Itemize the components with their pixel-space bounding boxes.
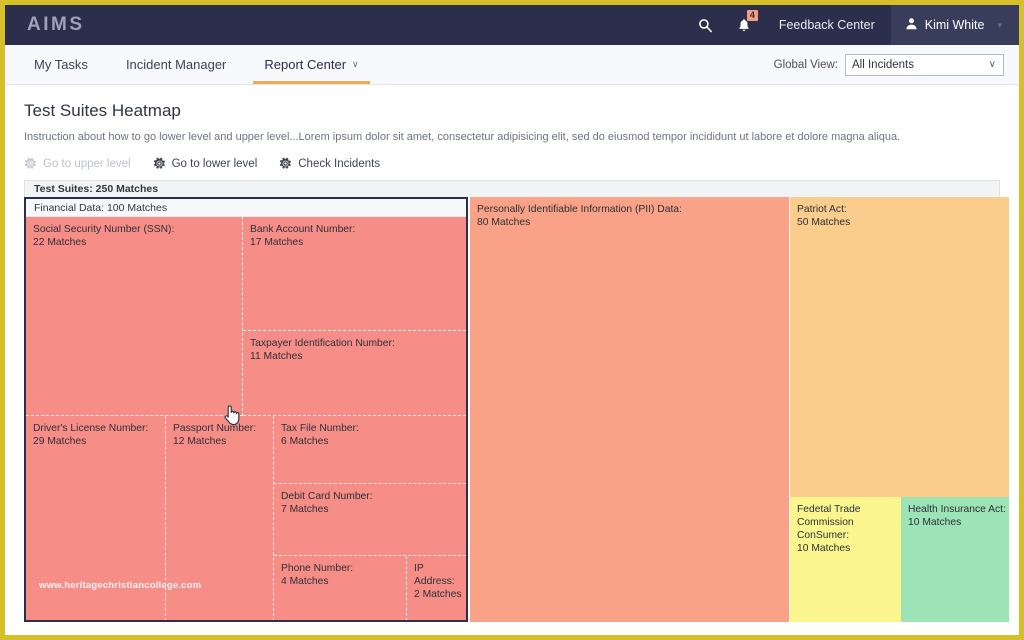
treemap-tile-value: 7 Matches [281,504,329,515]
gear-icon [279,157,292,170]
treemap-group-financial-data[interactable]: Financial Data: 100 Matches Social Secur… [24,197,468,622]
treemap-tile-ssn[interactable]: Social Security Number (SSN): 22 Matches [26,217,243,416]
treemap-tile-bank-account-number[interactable]: Bank Account Number: 17 Matches [243,217,466,331]
treemap-tile-patriot-act[interactable]: Patriot Act: 50 Matches [790,197,1009,497]
global-view-label: Global View: [773,58,838,71]
treemap-tile-label: IP Address: [414,563,455,587]
primary-navigation: My Tasks Incident Manager Report Center … [5,45,1019,85]
global-view-select[interactable]: All Incidents ∨ [845,53,1004,76]
top-header-bar: AIMS 4 Feedback Center Kimi White ▾ [5,5,1019,45]
treemap-tile-value: 2 Matches [414,589,462,600]
treemap-root-header[interactable]: Test Suites: 250 Matches [24,180,1000,197]
treemap-tile-taxpayer-identification-number[interactable]: Taxpayer Identification Number: 11 Match… [243,331,466,416]
nav-tab-incident-manager[interactable]: Incident Manager [107,45,245,84]
nav-tab-label: Incident Manager [125,57,227,72]
notification-count-badge: 4 [746,10,758,21]
treemap-tile-value: 10 Matches [908,517,962,528]
top-header-actions: 4 Feedback Center Kimi White ▾ [687,5,1019,45]
chevron-down-icon: ∨ [352,59,359,69]
nav-tab-label: Report Center [264,57,347,72]
go-to-upper-level-button[interactable]: Go to upper level [24,157,131,170]
nav-tab-report-center[interactable]: Report Center ∨ [245,45,377,84]
treemap-tile-tax-file-number[interactable]: Tax File Number: 6 Matches [274,416,466,484]
treemap-tile-label: Phone Number: [281,563,354,574]
treemap-tile-value: 10 Matches [797,543,851,554]
treemap-tile-label: Bank Account Number: [250,224,356,235]
treemap-tile-label: Tax File Number: [281,423,359,434]
treemap-tile-value: 17 Matches [250,237,304,248]
treemap-tile-debit-card-number[interactable]: Debit Card Number: 7 Matches [274,484,466,556]
treemap-group-financial-data-body: Social Security Number (SSN): 22 Matches… [26,217,466,620]
global-view-selected-value: All Incidents [852,58,915,71]
chevron-down-icon: ∨ [988,58,996,70]
treemap-tile-phone-number[interactable]: Phone Number: 4 Matches [274,556,407,620]
nav-tab-label: My Tasks [34,57,88,72]
treemap-tile-health-insurance-act[interactable]: Health Insurance Act: 10 Matches [901,497,1009,622]
watermark-text: www.heritagechristiancollege.com [39,580,202,591]
user-name-label: Kimi White [924,18,985,32]
treemap-tile-label: Taxpayer Identification Number: [250,338,395,349]
feedback-center-link[interactable]: Feedback Center [763,18,891,32]
treemap-tile-pii-data[interactable]: Personally Identifiable Information (PII… [470,197,789,622]
treemap-tile-label: Fedetal Trade Commission ConSumer: [797,504,861,541]
treemap-toolbar: Go to upper level Go to lower level Chec… [24,157,1000,170]
treemap-tile-value: 50 Matches [797,217,851,228]
treemap-tile-label: Patriot Act: [797,204,847,215]
treemap-tile-label: Personally Identifiable Information (PII… [477,204,682,215]
treemap-tile-label: Driver's License Number: [33,423,149,434]
treemap-tile-value: 12 Matches [173,436,227,447]
search-icon[interactable] [687,5,725,45]
treemap-tile-ip-address[interactable]: IP Address: 2 Matches [407,556,466,620]
nav-tab-my-tasks[interactable]: My Tasks [15,45,107,84]
go-to-lower-level-label: Go to lower level [171,157,258,170]
chevron-down-icon: ▾ [997,19,1002,30]
treemap-chart: Financial Data: 100 Matches Social Secur… [24,197,1009,622]
treemap-group-right-column: Patriot Act: 50 Matches Fedetal Trade Co… [790,197,1009,622]
page-content: Test Suites Heatmap Instruction about ho… [5,85,1019,622]
gear-icon [24,157,37,170]
user-avatar-icon [905,17,918,33]
global-view-control: Global View: All Incidents ∨ [774,45,1019,84]
gear-icon [153,157,166,170]
check-incidents-label: Check Incidents [298,157,381,170]
treemap-tile-value: 6 Matches [281,436,329,447]
treemap-tile-value: 4 Matches [281,576,329,587]
treemap-tile-federal-trade-commission-consumer[interactable]: Fedetal Trade Commission ConSumer: 10 Ma… [790,497,901,622]
go-to-upper-level-label: Go to upper level [43,157,131,170]
check-incidents-button[interactable]: Check Incidents [279,157,380,170]
treemap-tile-label: Passport Number: [173,423,256,434]
page-title: Test Suites Heatmap [24,101,181,120]
treemap-group-financial-data-header[interactable]: Financial Data: 100 Matches [26,199,466,217]
app-logo: AIMS [27,14,85,35]
treemap-tile-label: Health Insurance Act: [908,504,1006,515]
treemap-tile-label: Debit Card Number: [281,491,373,502]
treemap-group-pii-data[interactable]: Personally Identifiable Information (PII… [470,197,789,622]
page-description: Instruction about how to go lower level … [24,131,901,143]
go-to-lower-level-button[interactable]: Go to lower level [153,157,258,170]
user-menu[interactable]: Kimi White ▾ [890,5,1019,45]
notifications-bell-icon[interactable]: 4 [725,5,763,45]
treemap-tile-value: 29 Matches [33,436,87,447]
treemap-tile-label: Social Security Number (SSN): [33,224,175,235]
treemap-tile-value: 11 Matches [250,351,303,362]
treemap-tile-value: 80 Matches [477,217,531,228]
treemap-tile-value: 22 Matches [33,237,87,248]
